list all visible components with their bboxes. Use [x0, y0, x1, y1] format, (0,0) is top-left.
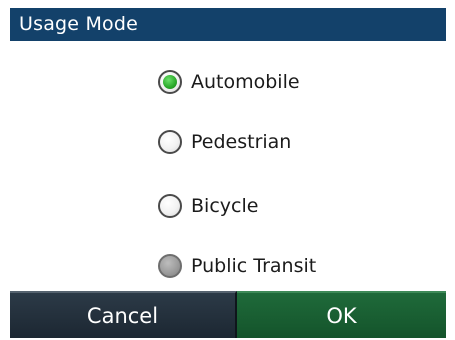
radio-unselected-icon[interactable]: [158, 194, 182, 218]
ok-button[interactable]: OK: [237, 291, 446, 338]
usage-mode-dialog: Usage Mode Automobile Pedestrian Bicycle…: [10, 8, 446, 338]
dialog-title: Usage Mode: [10, 8, 446, 41]
button-bar: Cancel OK: [10, 291, 446, 338]
option-label: Public Transit: [191, 255, 317, 277]
option-label: Automobile: [191, 71, 300, 93]
option-bicycle[interactable]: Bicycle: [158, 190, 258, 222]
radio-unselected-icon[interactable]: [158, 130, 182, 154]
option-label: Bicycle: [191, 195, 259, 217]
radio-selected-icon[interactable]: [158, 70, 182, 94]
option-label: Pedestrian: [191, 131, 292, 153]
radio-disabled-icon: [158, 254, 182, 278]
option-public-transit[interactable]: Public Transit: [158, 250, 316, 282]
option-automobile[interactable]: Automobile: [158, 66, 300, 98]
option-pedestrian[interactable]: Pedestrian: [158, 126, 291, 158]
cancel-button[interactable]: Cancel: [10, 291, 237, 338]
usage-mode-options: Automobile Pedestrian Bicycle Public Tra…: [10, 41, 446, 296]
